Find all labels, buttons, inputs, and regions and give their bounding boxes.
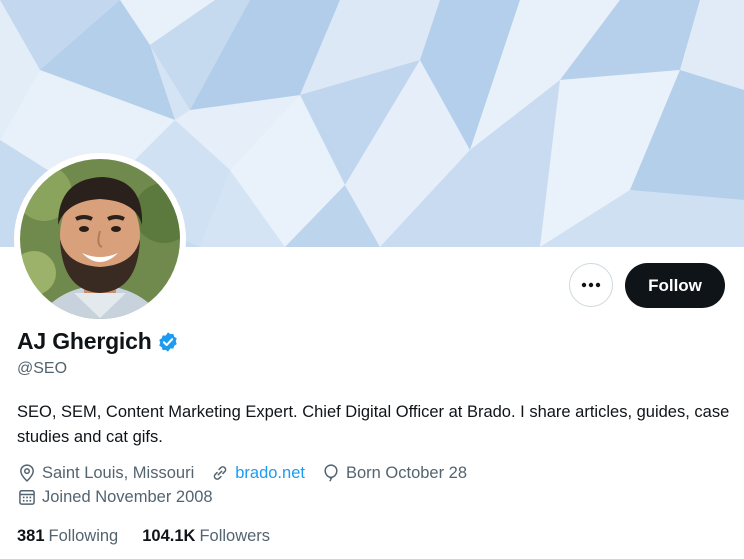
- following-label: Following: [48, 527, 119, 545]
- profile-stats: 381 Following 104.1K Followers: [17, 527, 294, 546]
- profile-handle: @SEO: [17, 360, 68, 377]
- profile-name: AJ Ghergich: [17, 328, 152, 354]
- followers-stat[interactable]: 104.1K Followers: [142, 527, 270, 546]
- followers-label: Followers: [199, 527, 271, 545]
- follow-button[interactable]: Follow: [625, 263, 725, 308]
- website-link[interactable]: brado.net: [235, 464, 305, 483]
- location-pin-icon: [20, 464, 34, 482]
- avatar-photo: [14, 153, 186, 325]
- profile-location: Saint Louis, Missouri: [17, 463, 194, 483]
- follow-button-label: Follow: [648, 275, 702, 295]
- link-icon: [213, 466, 227, 480]
- profile-website[interactable]: brado.net: [210, 463, 305, 483]
- followers-count: 104.1K: [142, 527, 196, 545]
- profile-meta-row-2: Joined November 2008: [17, 487, 229, 507]
- profile-avatar[interactable]: [14, 153, 186, 325]
- profile-birthday: Born October 28: [321, 463, 467, 483]
- profile-name-row: AJ Ghergich: [17, 328, 179, 355]
- profile-joined: Joined November 2008: [17, 487, 213, 507]
- joined-text: Joined November 2008: [42, 487, 213, 506]
- location-text: Saint Louis, Missouri: [42, 463, 195, 482]
- verified-badge-icon[interactable]: [157, 331, 179, 353]
- birthday-text: Born October 28: [345, 463, 468, 482]
- following-stat[interactable]: 381 Following: [17, 527, 118, 546]
- more-options-button[interactable]: [569, 263, 613, 307]
- following-count: 381: [17, 527, 45, 545]
- balloon-icon: [324, 464, 338, 482]
- profile-meta-row-1: Saint Louis, Missouri brado.net Born Oct…: [17, 463, 483, 483]
- more-horizontal-icon: [581, 282, 601, 288]
- calendar-icon: [19, 490, 35, 505]
- profile-bio: SEO, SEM, Content Marketing Expert. Chie…: [17, 403, 730, 446]
